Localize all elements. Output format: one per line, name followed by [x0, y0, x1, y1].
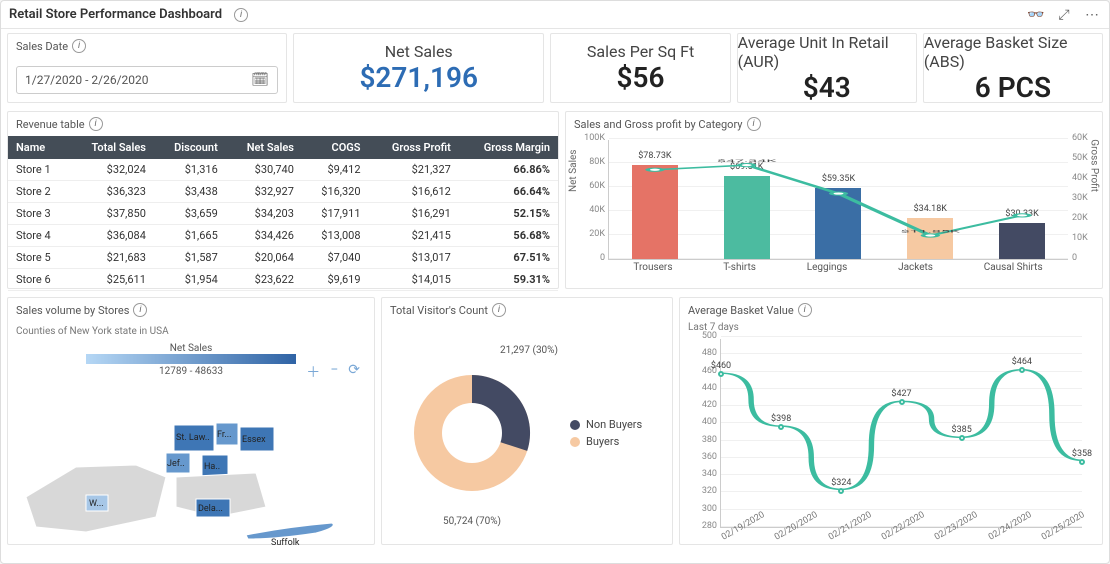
- map-panel: Sales volume by Stores i Counties of New…: [7, 297, 375, 545]
- map-chart[interactable]: Counties of New York state in USA Net Sa…: [8, 322, 374, 553]
- donut-legend: Non Buyers Buyers: [570, 414, 642, 452]
- col-name[interactable]: Name: [8, 136, 69, 159]
- kpi-value: 6 PCS: [975, 71, 1051, 104]
- sales-date-label: Sales Date: [16, 40, 68, 53]
- kpi-title: Average Basket Size (ABS): [924, 33, 1102, 71]
- line-point[interactable]: [1079, 459, 1085, 465]
- bar-trousers[interactable]: $78.73K: [632, 165, 678, 259]
- col-gross-margin[interactable]: Gross Margin: [459, 136, 558, 159]
- kpi-title: Sales Per Sq Ft: [587, 42, 694, 61]
- col-cogs[interactable]: COGS: [302, 136, 369, 159]
- map-legend-title: Net Sales: [16, 343, 366, 354]
- visitors-panel: Total Visitor's Count i 21,297 (30%) 50,…: [381, 297, 673, 545]
- bar-leggings[interactable]: $59.35K: [815, 188, 861, 259]
- kpi-value: $271,196: [359, 61, 478, 94]
- table-row[interactable]: Store 3$37,850$3,659$34,203$17,911$16,29…: [8, 203, 558, 225]
- kpi-title: Average Unit In Retail (AUR): [738, 33, 916, 71]
- bar-t-shirts[interactable]: $69.51K: [724, 176, 770, 259]
- panel-title: Sales and Gross profit by Category: [574, 118, 743, 131]
- col-discount[interactable]: Discount: [154, 136, 226, 159]
- svg-text:St. Law..: St. Law..: [176, 433, 210, 443]
- revenue-table-panel: Revenue table i NameTotal SalesDiscountN…: [7, 111, 559, 289]
- svg-text:Jef..: Jef..: [167, 459, 185, 469]
- calendar-icon[interactable]: 🗓: [251, 72, 269, 88]
- kpi-value: $56: [617, 61, 665, 94]
- revenue-table: NameTotal SalesDiscountNet SalesCOGSGros…: [8, 136, 558, 291]
- titlebar: Retail Store Performance Dashboard i 👓 ⤢…: [1, 1, 1109, 29]
- donut-label-non: 21,297 (30%): [500, 345, 558, 356]
- table-row[interactable]: Store 4$36,084$1,665$34,426$13,008$21,41…: [8, 225, 558, 247]
- svg-text:Essex: Essex: [242, 435, 266, 445]
- bar-jackets[interactable]: $34.18K: [907, 218, 953, 259]
- abv-panel: Average Basket Value i Last 7 days 28030…: [679, 297, 1103, 545]
- category-chart[interactable]: Net Sales Gross Profit 020K40K60K80K100K…: [566, 136, 1102, 288]
- kpi-title: Net Sales: [385, 42, 453, 61]
- line-point[interactable]: [899, 399, 905, 405]
- sales-date-panel: Sales Date i 1/27/2020 - 2/26/2020 🗓: [7, 33, 287, 103]
- glasses-icon[interactable]: 👓: [1027, 6, 1045, 24]
- category-chart-panel: Sales and Gross profit by Category i Net…: [565, 111, 1103, 289]
- donut-chart[interactable]: 21,297 (30%) 50,724 (70%) Non Buyers Buy…: [382, 322, 672, 544]
- y-axis-right-label: Gross Profit: [1089, 139, 1100, 192]
- svg-text:Dela...: Dela...: [198, 504, 223, 514]
- expand-icon[interactable]: ⤢: [1055, 6, 1073, 24]
- line-point[interactable]: [1019, 367, 1025, 373]
- kpi-aur: Average Unit In Retail (AUR) $43: [737, 33, 917, 103]
- donut-label-buy: 50,724 (70%): [443, 516, 501, 527]
- col-gross-profit[interactable]: Gross Profit: [369, 136, 459, 159]
- info-icon[interactable]: i: [133, 303, 147, 317]
- kpi-value: $43: [803, 71, 851, 104]
- zoom-in-icon[interactable]: ＋: [306, 362, 320, 382]
- info-icon[interactable]: i: [72, 39, 86, 53]
- ny-map[interactable]: W... St. Law.. Fr... Essex Jef.. Ha.. De…: [16, 377, 356, 547]
- abv-line-chart[interactable]: 280300320340360380400420440460480500$460…: [720, 339, 1082, 528]
- table-row[interactable]: Store 2$36,323$3,438$32,927$16,320$16,61…: [8, 181, 558, 203]
- line-point[interactable]: [778, 424, 784, 430]
- date-range-value: 1/27/2020 - 2/26/2020: [25, 73, 149, 87]
- panel-title: Revenue table: [16, 118, 85, 131]
- info-icon[interactable]: i: [492, 303, 506, 317]
- kpi-net-sales: Net Sales $271,196: [293, 33, 544, 103]
- col-total-sales[interactable]: Total Sales: [69, 136, 154, 159]
- kpi-per-sqft: Sales Per Sq Ft $56: [550, 33, 730, 103]
- kpi-abs: Average Basket Size (ABS) 6 PCS: [923, 33, 1103, 103]
- panel-title: Sales volume by Stores: [16, 304, 129, 317]
- table-row[interactable]: Store 6$25,611$1,954$23,622$9,619$14,015…: [8, 269, 558, 291]
- info-icon[interactable]: i: [234, 8, 248, 22]
- map-subtitle: Counties of New York state in USA: [16, 326, 366, 337]
- info-icon[interactable]: i: [798, 303, 812, 317]
- svg-text:Fr...: Fr...: [217, 430, 232, 440]
- svg-text:Ha..: Ha..: [204, 462, 220, 472]
- info-icon[interactable]: i: [747, 117, 761, 131]
- line-point[interactable]: [959, 435, 965, 441]
- zoom-out-icon[interactable]: −: [330, 362, 338, 382]
- more-icon[interactable]: ⋯: [1083, 6, 1101, 24]
- bar-causal shirts[interactable]: $30.33K: [999, 223, 1045, 259]
- svg-text:W...: W...: [89, 499, 104, 509]
- col-net-sales[interactable]: Net Sales: [226, 136, 302, 159]
- abv-subtitle: Last 7 days: [680, 322, 1102, 333]
- panel-title: Total Visitor's Count: [390, 304, 488, 317]
- panel-title: Average Basket Value: [688, 304, 794, 317]
- line-point[interactable]: [838, 488, 844, 494]
- line-point[interactable]: [718, 371, 724, 377]
- page-title: Retail Store Performance Dashboard: [9, 7, 222, 22]
- table-row[interactable]: Store 5$21,683$1,587$20,064$7,040$13,017…: [8, 247, 558, 269]
- legend-buyers: Buyers: [586, 435, 619, 448]
- gradient-bar: [86, 354, 296, 364]
- table-row[interactable]: Store 1$32,024$1,316$30,740$9,412$21,327…: [8, 159, 558, 181]
- dashboard-window: Retail Store Performance Dashboard i 👓 ⤢…: [0, 0, 1110, 564]
- svg-text:Suffolk: Suffolk: [271, 538, 300, 547]
- legend-non-buyers: Non Buyers: [586, 418, 642, 431]
- info-icon[interactable]: i: [89, 117, 103, 131]
- date-range-input[interactable]: 1/27/2020 - 2/26/2020 🗓: [16, 66, 278, 94]
- reset-zoom-icon[interactable]: ⟳: [348, 362, 360, 382]
